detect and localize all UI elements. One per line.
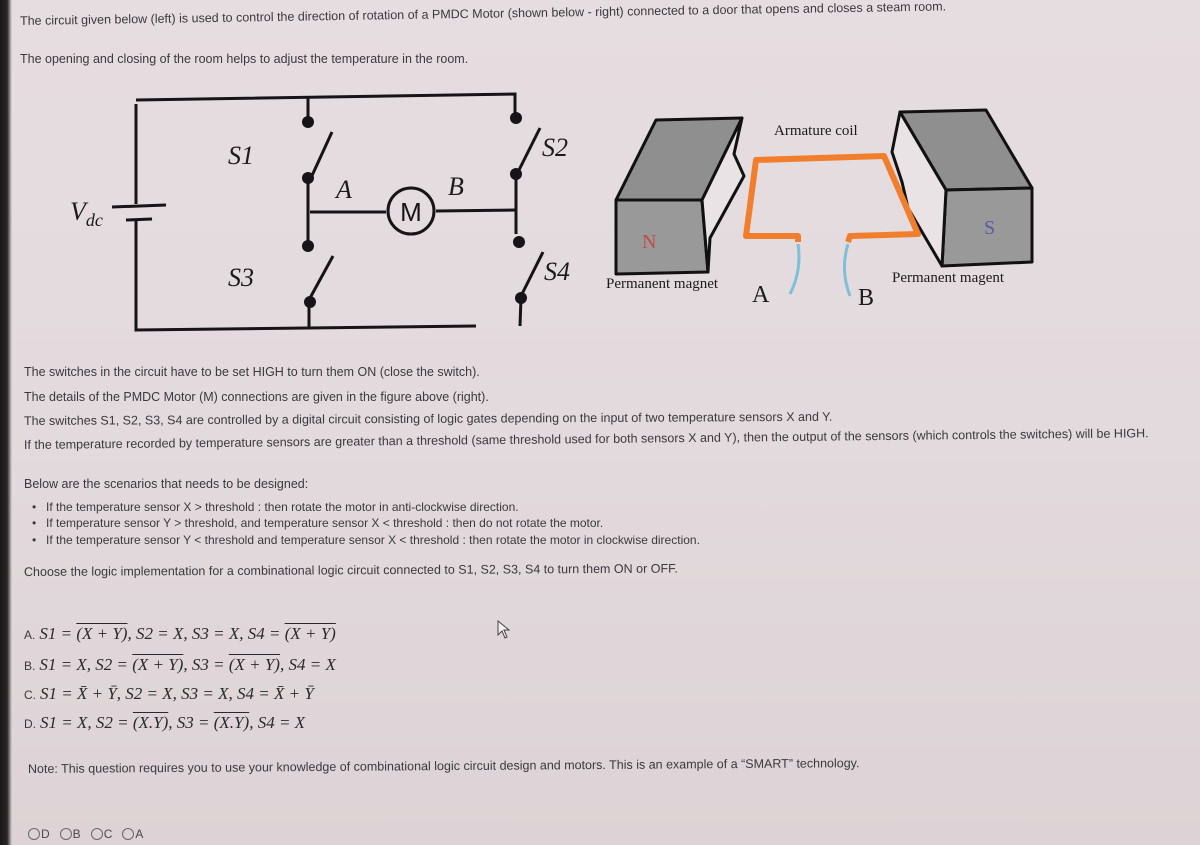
switch-label-s2: S2 — [542, 133, 568, 162]
intro-line-2: The opening and closing of the room help… — [20, 52, 469, 66]
radio-circle-icon[interactable] — [122, 828, 135, 840]
battery-long-plate — [111, 203, 167, 209]
scenario-bullet: If the temperature sensor Y < threshold … — [32, 533, 700, 547]
scenario-bullet: If temperature sensor Y > threshold, and… — [32, 516, 603, 530]
scenario-bullet: If the temperature sensor X > threshold … — [32, 500, 519, 514]
switch-label-s3: S3 — [228, 263, 254, 292]
radio-circle-icon[interactable] — [59, 828, 72, 840]
lead-b — [843, 243, 852, 297]
radio-option-c[interactable]: C — [90, 827, 112, 841]
armature-coil — [743, 153, 921, 243]
radio-circle-icon[interactable] — [90, 828, 103, 840]
question-text: Choose the logic implementation for a co… — [23, 561, 678, 579]
intro-line-1: The circuit given below (left) is used t… — [19, 0, 947, 28]
battery-short-plate — [125, 217, 153, 222]
right-magnet-label: Permanent magent — [892, 270, 1005, 286]
motor-label: M — [400, 197, 422, 227]
terminal-a-label: A — [752, 282, 770, 308]
north-magnet — [614, 116, 746, 276]
h-bridge-circuit: M Vdc S1 S2 S3 S4 A B — [70, 92, 570, 332]
north-pole-label: N — [642, 231, 656, 253]
terminal-b-label: B — [858, 285, 874, 311]
south-pole-label: S — [984, 217, 995, 239]
option-b: B. S1 = X, S2 = (X + Y), S3 = (X + Y), S4… — [24, 655, 336, 674]
source-label: Vdc — [70, 197, 103, 230]
terminal-a-label: A — [334, 175, 352, 204]
mouse-cursor-icon — [497, 620, 511, 639]
pmdc-motor-figure: N S Armature coil Permanent magnet Perma… — [606, 108, 1034, 311]
radio-option-d[interactable]: D — [28, 827, 50, 841]
option-c: C. S1 = X̄ + Ȳ, S2 = X, S3 = X, S4 = X̄ +… — [24, 684, 314, 703]
terminal-b-label: B — [448, 172, 464, 201]
radio-option-b[interactable]: B — [59, 827, 81, 841]
option-a: A. S1 = (X + Y), S2 = X, S3 = X, S4 = (X … — [24, 624, 336, 643]
screen-bezel — [0, 0, 12, 845]
lead-a — [788, 243, 801, 295]
radio-circle-icon[interactable] — [28, 828, 40, 840]
paragraph-scenarios: Below are the scenarios that needs to be… — [24, 477, 309, 491]
switch-label-s4: S4 — [544, 257, 570, 286]
left-magnet-label: Permanent magnet — [606, 276, 719, 292]
answer-radio-group: D B C A — [28, 827, 143, 841]
note-text: Note: This question requires you to use … — [27, 756, 860, 776]
armature-coil-label: Armature coil — [774, 123, 858, 139]
radio-option-a[interactable]: A — [122, 827, 143, 841]
paragraph-switch-high: The switches in the circuit have to be s… — [24, 365, 480, 379]
paragraph-threshold: If the temperature recorded by temperatu… — [23, 426, 1149, 452]
option-d: D. S1 = X, S2 = (X.Y), S3 = (X.Y), S4 = X — [24, 713, 306, 732]
paragraph-motor-details: The details of the PMDC Motor (M) connec… — [24, 390, 489, 404]
switch-label-s1: S1 — [228, 141, 254, 170]
south-magnet — [890, 108, 1034, 268]
paragraph-switch-control: The switches S1, S2, S3, S4 are controll… — [23, 409, 833, 428]
